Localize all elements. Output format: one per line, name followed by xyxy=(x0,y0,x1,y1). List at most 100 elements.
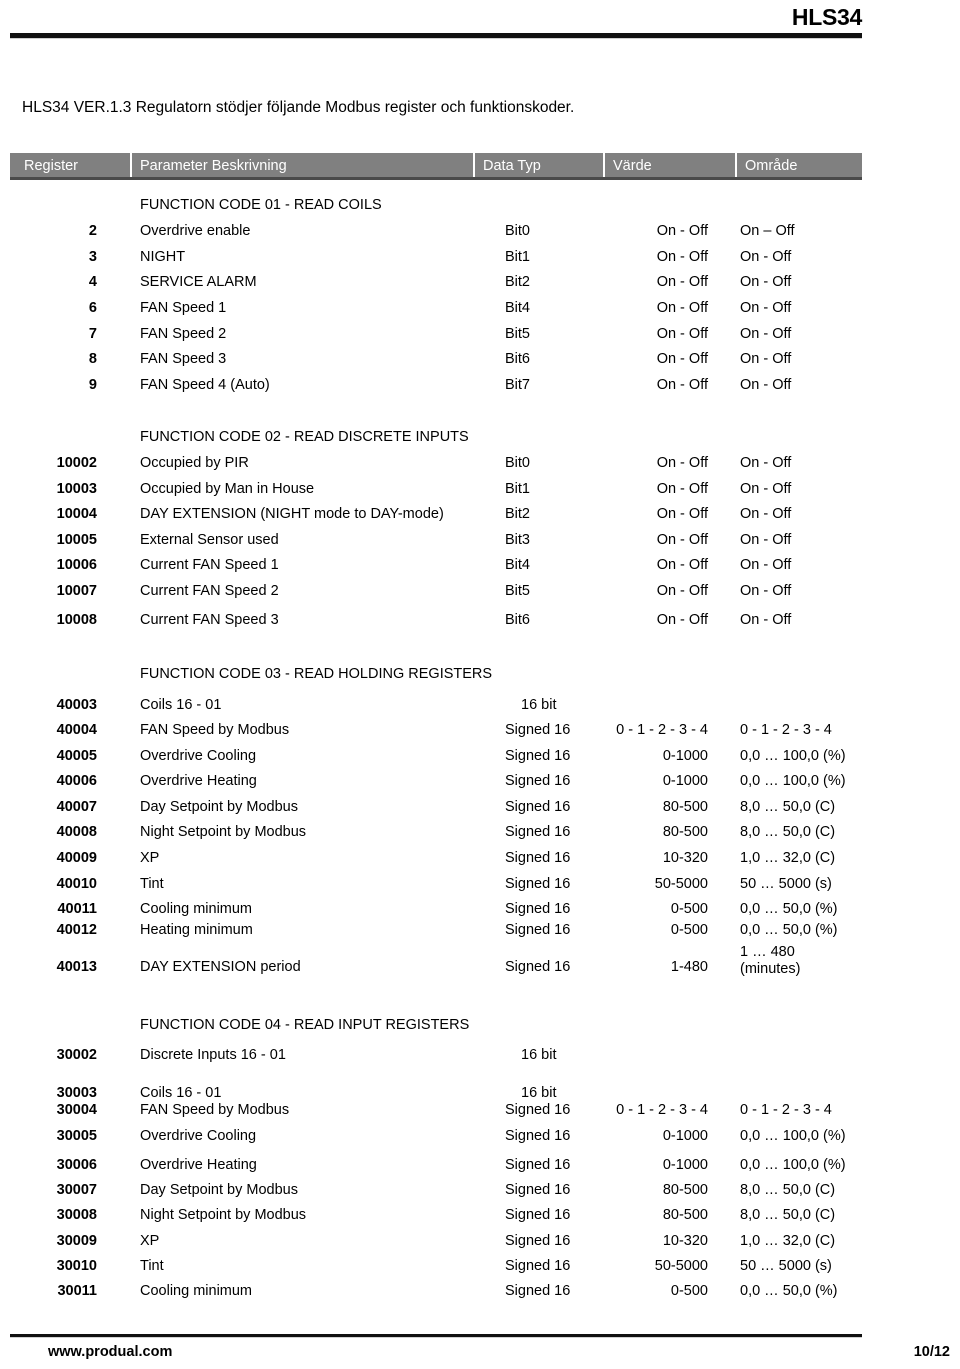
table-row: 40003 Coils 16 - 01 16 bit xyxy=(0,696,960,715)
cell-register: 10004 xyxy=(56,506,97,522)
cell-range: 0,0 … 100,0 (%) xyxy=(740,748,846,764)
table-row: 10002 Occupied by PIR Bit0 On - Off On - Off xyxy=(0,454,960,473)
cell-description: Overdrive Cooling xyxy=(140,748,257,764)
cell-register: 8 xyxy=(88,351,97,367)
cell-register: 30005 xyxy=(56,1128,97,1144)
table-row: 10006 Current FAN Speed 1 Bit4 On - Off On -… xyxy=(0,556,960,575)
cell-range: On – Off xyxy=(740,223,795,239)
cell-register: 40009 xyxy=(56,850,97,866)
cell-range: 0,0 … 100,0 (%) xyxy=(740,1128,846,1144)
cell-range: 1,0 … 32,0 (C) xyxy=(740,1233,836,1249)
cell-value: 1-480 xyxy=(670,959,708,975)
cell-value: On - Off xyxy=(656,223,708,239)
table-row: 30005 Overdrive Cooling Signed 16 0-1000 0,0… xyxy=(0,1127,960,1146)
cell-description: Night Setpoint by Modbus xyxy=(140,1207,307,1223)
cell-register: 30009 xyxy=(56,1233,97,1249)
cell-range: 8,0 … 50,0 (C) xyxy=(740,824,836,840)
cell-description: External Sensor used xyxy=(140,532,279,548)
cell-value: On - Off xyxy=(656,506,708,522)
table-row: 30009 XP Signed 16 10-320 1,0 … 32,0 (C) xyxy=(0,1232,960,1251)
cell-range: 8,0 … 50,0 (C) xyxy=(740,799,836,815)
column-header-datatype: Data Typ xyxy=(483,158,541,174)
footer-divider xyxy=(10,1334,862,1337)
table-row: 40007 Day Setpoint by Modbus Signed 16 80-5… xyxy=(0,798,960,817)
cell-description: Day Setpoint by Modbus xyxy=(140,1182,298,1198)
table-row: 7 FAN Speed 2 Bit5 On - Off On - Off xyxy=(0,325,960,344)
cell-range: 0,0 … 50,0 (%) xyxy=(740,901,838,917)
cell-value: On - Off xyxy=(656,612,708,628)
cell-range: 8,0 … 50,0 (C) xyxy=(740,1182,836,1198)
table-row: 6 FAN Speed 1 Bit4 On - Off On - Off xyxy=(0,299,960,318)
table-row: 8 FAN Speed 3 Bit6 On - Off On - Off xyxy=(0,350,960,369)
section-heading: FUNCTION CODE 01 - READ COILS xyxy=(0,196,960,215)
section-heading-label: FUNCTION CODE 01 - READ COILS xyxy=(140,197,382,213)
cell-range: 8,0 … 50,0 (C) xyxy=(740,1207,836,1223)
cell-range: On - Off xyxy=(740,274,792,290)
cell-range: 0 - 1 - 2 - 3 - 4 xyxy=(740,1102,832,1118)
section-heading-label: FUNCTION CODE 04 - READ INPUT REGISTERS xyxy=(140,1017,470,1033)
cell-description: FAN Speed 4 (Auto) xyxy=(140,377,270,393)
table-row: 40010 Tint Signed 16 50-5000 50 … 5000 (s) xyxy=(0,875,960,894)
table-row: 2 Overdrive enable Bit0 On - Off On – Off xyxy=(0,222,960,241)
cell-range: 0,0 … 100,0 (%) xyxy=(740,773,846,789)
page-title: HLS34 xyxy=(791,4,862,30)
section-heading-label: FUNCTION CODE 03 - READ HOLDING REGISTER… xyxy=(140,666,493,682)
cell-value: On - Off xyxy=(656,557,708,573)
cell-register: 40010 xyxy=(56,876,97,892)
intro-text: HLS34 VER.1.3 Regulatorn stödjer följand… xyxy=(22,99,575,116)
cell-range: On - Off xyxy=(740,481,792,497)
table-row: 40012 Heating minimum Signed 16 0-500 0,0 … … xyxy=(0,921,960,940)
cell-value: 0-500 xyxy=(670,1283,708,1299)
cell-range: On - Off xyxy=(740,300,792,316)
table-row: 10003 Occupied by Man in House Bit1 On - Of… xyxy=(0,480,960,499)
table-row: 30008 Night Setpoint by Modbus Signed 16 80… xyxy=(0,1206,960,1225)
cell-value: On - Off xyxy=(656,351,708,367)
section-heading: FUNCTION CODE 03 - READ HOLDING REGISTER… xyxy=(0,665,960,684)
cell-value: On - Off xyxy=(656,455,708,471)
cell-description: Night Setpoint by Modbus xyxy=(140,824,307,840)
cell-description: DAY EXTENSION period xyxy=(140,959,301,975)
cell-description: Current FAN Speed 1 xyxy=(140,557,279,573)
cell-value: 80-500 xyxy=(662,824,708,840)
cell-value: 0 - 1 - 2 - 3 - 4 xyxy=(616,722,708,738)
cell-range: On - Off xyxy=(740,351,792,367)
footer-website[interactable]: www.produal.com xyxy=(48,1343,172,1362)
cell-register: 7 xyxy=(88,326,97,342)
cell-description: Cooling minimum xyxy=(140,901,253,917)
cell-description: Overdrive Heating xyxy=(140,1157,257,1173)
cell-description: FAN Speed 2 xyxy=(140,326,227,342)
cell-register: 40007 xyxy=(56,799,97,815)
cell-register: 9 xyxy=(88,377,97,393)
cell-register: 30008 xyxy=(56,1207,97,1223)
cell-description: Coils 16 - 01 xyxy=(140,697,222,713)
table-row: 40004 FAN Speed by Modbus Signed 16 0 - 1 -… xyxy=(0,721,960,740)
cell-register: 40005 xyxy=(56,748,97,764)
cell-register: 10008 xyxy=(56,612,97,628)
cell-register: 30004 xyxy=(56,1102,97,1118)
cell-register: 40003 xyxy=(56,697,97,713)
cell-register: 40013 xyxy=(56,959,97,975)
cell-range: 1,0 … 32,0 (C) xyxy=(740,850,836,866)
cell-description: Overdrive enable xyxy=(140,223,251,239)
cell-register: 2 xyxy=(88,223,97,239)
table-row: 30007 Day Setpoint by Modbus Signed 16 80-5… xyxy=(0,1181,960,1200)
cell-register: 10002 xyxy=(56,455,97,471)
cell-description: Current FAN Speed 2 xyxy=(140,583,279,599)
table-row: 4 SERVICE ALARM Bit2 On - Off On - Off xyxy=(0,273,960,292)
cell-description: FAN Speed 3 xyxy=(140,351,227,367)
cell-register: 3 xyxy=(88,249,97,265)
cell-description: Day Setpoint by Modbus xyxy=(140,799,298,815)
cell-register: 10007 xyxy=(56,583,97,599)
column-header-range: Område xyxy=(745,158,798,174)
cell-value: On - Off xyxy=(656,249,708,265)
table-row: 40008 Night Setpoint by Modbus Signed 16 80… xyxy=(0,823,960,842)
footer-page-number: 10/12 xyxy=(913,1344,950,1360)
cell-range: 1 … 480 (minutes) xyxy=(740,944,801,977)
cell-range: On - Off xyxy=(740,557,792,573)
cell-range: On - Off xyxy=(740,506,792,522)
cell-description: XP xyxy=(140,1233,160,1249)
cell-range: 0,0 … 100,0 (%) xyxy=(740,1157,846,1173)
cell-description: Cooling minimum xyxy=(140,1283,253,1299)
cell-register: 30006 xyxy=(56,1157,97,1173)
cell-value: 80-500 xyxy=(662,1207,708,1223)
